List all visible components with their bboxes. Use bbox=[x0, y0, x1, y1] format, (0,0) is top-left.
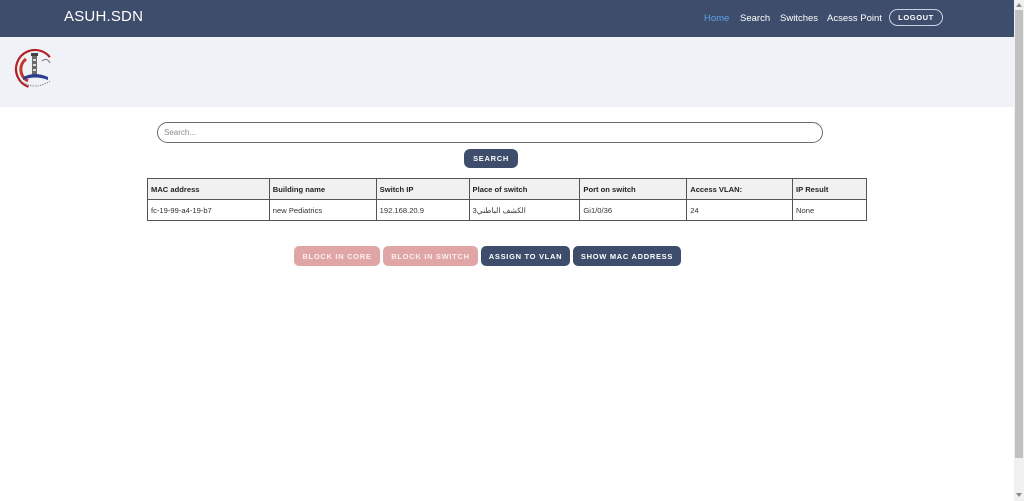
logout-button[interactable]: LOGOUT bbox=[889, 9, 943, 26]
nav-link-switches[interactable]: Switches bbox=[780, 13, 818, 24]
column-header-mac: MAC address bbox=[147, 178, 270, 200]
column-header-switch-ip: Switch IP bbox=[375, 178, 470, 200]
scroll-down-arrow-icon[interactable] bbox=[1016, 493, 1022, 497]
block-in-switch-button[interactable]: BLOCK IN SWITCH bbox=[383, 246, 478, 266]
table-header-row: MAC address Building name Switch IP Plac… bbox=[147, 178, 867, 200]
header-banner bbox=[0, 37, 1014, 107]
university-emblem-icon bbox=[14, 48, 56, 90]
nav-link-home[interactable]: Home bbox=[704, 13, 729, 24]
cell-switch-ip: 192.168.20.9 bbox=[375, 199, 470, 221]
search-input[interactable] bbox=[157, 122, 823, 143]
top-navbar: ASUH.SDN Home Search Switches Acsess Poi… bbox=[0, 0, 1014, 37]
cell-ip-result: None bbox=[792, 199, 867, 221]
cell-building-name: new Pediatrics bbox=[268, 199, 377, 221]
show-mac-address-button[interactable]: SHOW MAC ADDRESS bbox=[573, 246, 681, 266]
column-header-ip-result: IP Result bbox=[792, 178, 867, 200]
cell-place-of-switch: الكشف الباطني3 bbox=[468, 199, 581, 221]
column-header-place: Place of switch bbox=[468, 178, 581, 200]
column-header-port: Port on switch bbox=[579, 178, 688, 200]
page-scrollbar[interactable] bbox=[1014, 0, 1024, 501]
scroll-up-arrow-icon[interactable] bbox=[1016, 3, 1022, 7]
cell-mac-address: fc-19-99-a4-19-b7 bbox=[147, 199, 270, 221]
column-header-vlan: Access VLAN: bbox=[686, 178, 794, 200]
nav-link-access-point[interactable]: Acsess Point bbox=[827, 13, 882, 24]
assign-to-vlan-button[interactable]: ASSIGN TO VLAN bbox=[481, 246, 570, 266]
results-table: MAC address Building name Switch IP Plac… bbox=[147, 178, 867, 221]
cell-access-vlan: 24 bbox=[686, 199, 794, 221]
cell-port-on-switch: Gi1/0/36 bbox=[579, 199, 688, 221]
table-row: fc-19-99-a4-19-b7 new Pediatrics 192.168… bbox=[147, 199, 867, 221]
search-button[interactable]: SEARCH bbox=[464, 149, 518, 168]
brand-title[interactable]: ASUH.SDN bbox=[64, 8, 143, 25]
scrollbar-thumb[interactable] bbox=[1015, 10, 1023, 458]
nav-link-search[interactable]: Search bbox=[740, 13, 770, 24]
column-header-building: Building name bbox=[268, 178, 377, 200]
block-in-core-button[interactable]: BLOCK IN CORE bbox=[294, 246, 380, 266]
